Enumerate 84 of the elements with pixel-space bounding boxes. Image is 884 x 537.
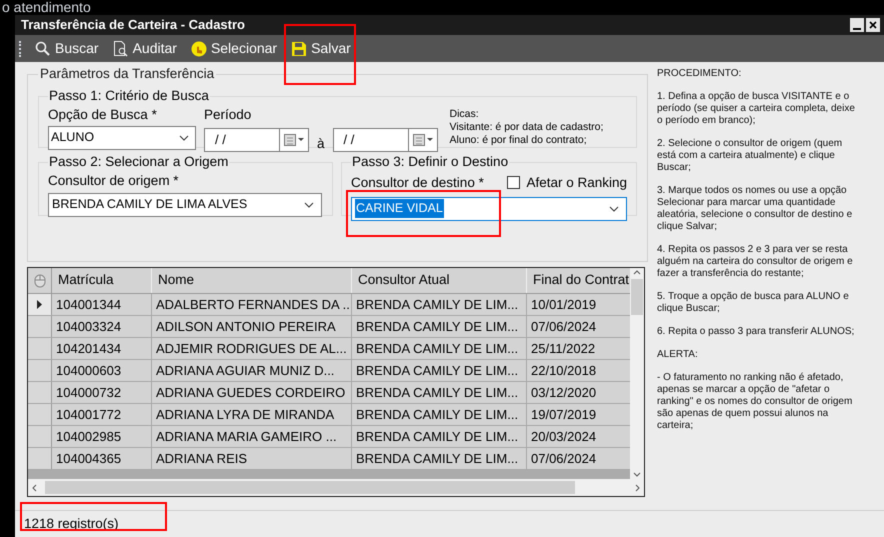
table-cell: BRENDA CAMILY DE LIM... xyxy=(352,360,527,381)
table-cell: BRENDA CAMILY DE LIM... xyxy=(352,338,527,359)
window-title: Transferência de Carteira - Cadastro xyxy=(21,16,245,34)
table-cell: BRENDA CAMILY DE LIM... xyxy=(352,382,527,403)
group-title: Parâmetros da Transferência xyxy=(39,65,216,83)
record-count: 1218 registro(s) xyxy=(24,514,119,533)
field-label: Opção de Busca * xyxy=(48,106,158,122)
table-cell: 104001344 xyxy=(52,294,152,315)
origin-consultant-dropdown[interactable]: BRENDA CAMILY DE LIMA ALVES xyxy=(48,192,322,216)
highlight-box xyxy=(284,24,356,85)
table-cell: ADRIANA GUEDES CORDEIRO xyxy=(152,382,352,403)
date-picker[interactable]: / / xyxy=(332,128,438,152)
table-cell: BRENDA CAMILY DE LIM... xyxy=(352,316,527,337)
search-option-dropdown[interactable]: ALUNO xyxy=(48,126,196,150)
tip-text: Visitante: é por data de cadastro; xyxy=(450,120,604,134)
table-cell: ADALBERTO FERNANDES DA ... xyxy=(152,294,352,315)
scroll-up-icon xyxy=(633,270,641,275)
chevron-icon xyxy=(609,206,619,212)
document-search-icon xyxy=(112,40,129,57)
separator-text: à xyxy=(317,134,325,152)
row-pointer-icon xyxy=(37,300,42,309)
table-cell: ADRIANA LYRA DE MIRANDA xyxy=(152,404,352,425)
close-icon xyxy=(869,21,877,29)
horizontal-scrollbar[interactable] xyxy=(28,479,644,496)
procedure-text: - O faturamento no ranking não é afetado, apenas se marcar a opção de "afetar o ranking" e os nomes do consultor de origem são apenas de quem possui alunos na carteira; xyxy=(657,372,854,432)
table-cell: 104003324 xyxy=(52,316,152,337)
chevron-icon xyxy=(179,134,189,140)
table-cell: ADRIANA REIS xyxy=(152,448,352,469)
date-picker[interactable]: / / xyxy=(204,128,309,152)
scrollbar-thumb[interactable] xyxy=(45,481,575,494)
table-cell: 104004365 xyxy=(52,448,152,469)
scroll-down-icon xyxy=(633,472,641,477)
column-header: Nome xyxy=(152,268,352,293)
column-header: Consultor Atual xyxy=(352,268,527,293)
procedure-text: 3. Marque todos os nomes ou use a opção Selecionar para marcar uma quantidade aleatória, selecione o consultor de destino e clique Salvar; xyxy=(657,185,854,233)
tip-text: Dicas: xyxy=(450,108,480,120)
table-cell: 104001772 xyxy=(52,404,152,425)
toolbar-button[interactable]: Auditar xyxy=(112,38,177,59)
table-cell: 104002985 xyxy=(52,426,152,447)
table-cell: 104000732 xyxy=(52,382,152,403)
minimize-button[interactable] xyxy=(850,18,864,32)
search-icon xyxy=(35,40,51,56)
scroll-right-icon xyxy=(635,484,640,492)
group-title: Passo 1: Critério de Busca xyxy=(48,87,210,106)
column-header: Matrícula xyxy=(52,268,152,293)
procedure-text: 2. Selecione o consultor de origem (quem está com a carteira atualmente) e clique Buscar; xyxy=(657,138,844,174)
table-cell: BRENDA CAMILY DE LIM... xyxy=(352,294,527,315)
procedure-text: ALERTA: xyxy=(657,349,699,361)
table-cell: BRENDA CAMILY DE LIM... xyxy=(352,426,527,447)
field-label: Período xyxy=(204,106,252,122)
tip-text: Aluno: é por final do contrato; xyxy=(450,134,588,146)
table-cell: BRENDA CAMILY DE LIM... xyxy=(352,448,527,469)
close-button[interactable] xyxy=(866,18,880,32)
field-label: Consultor de origem * xyxy=(48,172,180,188)
background-text: o atendimento xyxy=(2,0,91,15)
affect-ranking-checkbox[interactable]: Afetar o Ranking xyxy=(507,172,627,193)
hand-pointer-icon xyxy=(190,40,207,56)
table-cell: ADJEMIR RODRIGUES DE AL... xyxy=(152,338,352,359)
toolbar-button[interactable]: Buscar xyxy=(35,38,99,59)
row-selector[interactable] xyxy=(28,294,52,315)
procedure-text: 6. Repita o passo 3 para transferir ALUNOS; xyxy=(657,326,856,338)
table-cell: ADRIANA MARIA GAMEIRO ... xyxy=(152,426,352,447)
scroll-left-icon xyxy=(32,484,37,492)
procedure-text: PROCEDIMENTO: xyxy=(657,68,742,80)
procedure-text: 1. Defina a opção de busca VISITANTE e o período (se quiser a carteira completa, deixe o período em branco); xyxy=(657,91,856,127)
table-cell: 104201434 xyxy=(52,338,152,359)
chevron-icon xyxy=(304,202,314,208)
destination-consultant-dropdown[interactable]: CARINE VIDAL xyxy=(351,196,627,221)
toolbar-button[interactable]: Salvar xyxy=(291,38,351,59)
vertical-scrollbar[interactable] xyxy=(630,268,644,479)
calendar-icon xyxy=(412,134,433,146)
table-cell: ADILSON ANTONIO PEREIRA xyxy=(152,316,352,337)
scrollbar-thumb[interactable] xyxy=(631,279,643,315)
procedure-text: 5. Troque a opção de busca para ALUNO e clique Buscar; xyxy=(657,291,850,315)
calendar-icon xyxy=(284,134,304,146)
table-cell: ADRIANA AGUIAR MUNIZ D... xyxy=(152,360,352,381)
mouse-icon xyxy=(34,274,46,288)
group-title: Passo 3: Definir o Destino xyxy=(351,153,510,172)
table-cell: 104000603 xyxy=(52,360,152,381)
group-title: Passo 2: Selecionar a Origem xyxy=(48,153,230,172)
field-label: Consultor de destino * xyxy=(351,174,484,191)
table-cell: BRENDA CAMILY DE LIM... xyxy=(352,404,527,425)
procedure-text: 4. Repita os passos 2 e 3 para ver se resta alguém na carteira do consultor de origem e fazer a transferência do restante; xyxy=(657,244,854,280)
toolbar-button[interactable]: Selecionar xyxy=(190,38,278,59)
